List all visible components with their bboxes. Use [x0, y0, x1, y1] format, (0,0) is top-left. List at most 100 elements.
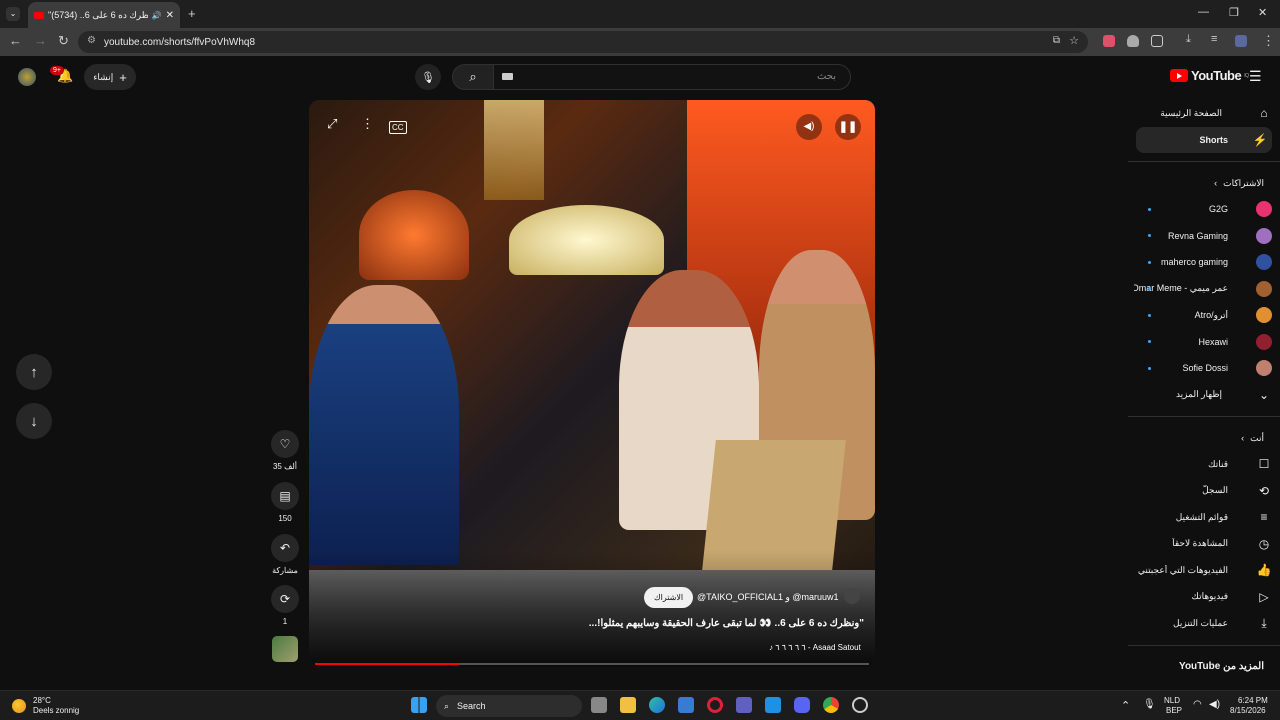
- sidebar-channel-item[interactable]: Revna Gaming: [1128, 223, 1280, 250]
- app-grid-icon[interactable]: [765, 697, 781, 713]
- like-icon[interactable]: ♡: [271, 430, 299, 458]
- plus-icon: +: [119, 69, 127, 85]
- channel-handles[interactable]: @TAIKO_OFFICIAL1 و @maruuw1: [697, 592, 839, 603]
- sidebar-channel-item[interactable]: أترو/Atro: [1128, 302, 1280, 329]
- forward-icon[interactable]: →: [34, 33, 47, 48]
- youtube-play-icon: [1170, 69, 1188, 82]
- more-options-icon[interactable]: ⋮: [361, 116, 374, 132]
- scene-lamp-center: [509, 205, 664, 275]
- comment-icon[interactable]: ▤: [271, 482, 299, 510]
- sidebar-item-home[interactable]: ⌂ الصفحة الرئيسية: [1128, 100, 1280, 127]
- back-icon[interactable]: ←: [9, 33, 22, 48]
- browser-tab-active[interactable]: "ونظرك ده 6 على 6.. (5734) ! 🔊 ✕: [28, 2, 180, 28]
- like-action: ♡ 35 ألف: [271, 430, 299, 471]
- profile-avatar-icon[interactable]: [1235, 35, 1247, 47]
- install-icon[interactable]: ⧉: [1053, 35, 1060, 46]
- channel-avatar: [1256, 360, 1272, 377]
- remix-icon[interactable]: ⟳: [271, 585, 299, 613]
- chevron-left-icon: ›: [1241, 433, 1245, 443]
- downloads-toolbar-icon[interactable]: ⤓: [1186, 33, 1191, 46]
- reading-list-icon[interactable]: ≡: [1211, 33, 1217, 45]
- weather-icon[interactable]: [12, 699, 26, 713]
- sidebar-item-shorts[interactable]: ⚡ Shorts: [1136, 126, 1272, 153]
- chrome-icon[interactable]: [823, 697, 839, 713]
- discord-icon[interactable]: [794, 697, 810, 713]
- windows-start-icon[interactable]: [411, 697, 427, 713]
- file-explorer-icon[interactable]: [620, 697, 636, 713]
- new-tab-button[interactable]: +: [188, 6, 196, 21]
- opera-icon[interactable]: [707, 697, 723, 713]
- subscriptions-header[interactable]: الاشتراكات ›: [1128, 170, 1280, 196]
- you-header[interactable]: أنت ›: [1128, 425, 1280, 451]
- sound-thumbnail[interactable]: [272, 636, 298, 662]
- tab-search-button[interactable]: ⌄: [6, 7, 20, 21]
- clock-time[interactable]: 6:24 PM: [1238, 696, 1268, 705]
- sidebar-you-item[interactable]: ▷ فيديوهاتك: [1128, 584, 1280, 611]
- task-view-icon[interactable]: [591, 697, 607, 713]
- create-button[interactable]: إنشاء +: [84, 64, 136, 90]
- extension-1-icon[interactable]: [1103, 35, 1115, 47]
- search-placeholder: بحث: [816, 71, 836, 82]
- fullscreen-icon[interactable]: ⤢: [327, 116, 337, 132]
- address-bar[interactable]: ⚙ youtube.com/shorts/ffvPoVhWhq8 ⧉ ☆: [78, 31, 1088, 53]
- sidebar-channel-item[interactable]: maherco gaming: [1128, 249, 1280, 276]
- restore-icon[interactable]: ❐: [1229, 6, 1239, 19]
- pause-icon[interactable]: ❚❚: [835, 114, 861, 140]
- next-short-button[interactable]: ↓: [16, 403, 52, 439]
- minimize-icon[interactable]: —: [1198, 6, 1209, 18]
- youtube-logo[interactable]: YouTube IQ: [1170, 68, 1249, 83]
- you-item-label: قناتك: [1208, 458, 1228, 469]
- bookmark-star-icon[interactable]: ☆: [1069, 34, 1079, 47]
- edge-icon[interactable]: [649, 697, 665, 713]
- sidebar-channel-item[interactable]: G2G: [1128, 196, 1280, 223]
- sidebar-you-item[interactable]: ☐ قناتك: [1128, 451, 1280, 478]
- wifi-icon[interactable]: ◠: [1193, 699, 1202, 710]
- window-close-icon[interactable]: ✕: [1258, 6, 1267, 19]
- sidebar-you-item[interactable]: ≡ قوائم التشغيل: [1128, 504, 1280, 531]
- share-icon[interactable]: ↶: [271, 534, 299, 562]
- extensions-puzzle-icon[interactable]: [1151, 35, 1163, 47]
- sidebar-you-item[interactable]: ⟲ السجلّ: [1128, 478, 1280, 505]
- show-more-button[interactable]: ⌄ إظهار المزيد: [1128, 382, 1280, 409]
- extension-2-icon[interactable]: [1127, 35, 1139, 47]
- voice-search-icon[interactable]: 🎙: [415, 64, 441, 90]
- tray-chevron-icon[interactable]: ⌃: [1121, 699, 1130, 712]
- sidebar-you-item[interactable]: ◷ المشاهدة لاحقاً: [1128, 531, 1280, 558]
- app-other-icon[interactable]: [852, 697, 868, 713]
- search-input[interactable]: بحث: [493, 64, 851, 90]
- lang-top[interactable]: NLD: [1164, 696, 1180, 705]
- tab-close-icon[interactable]: ✕: [166, 10, 174, 21]
- reload-icon[interactable]: ↻: [58, 33, 69, 49]
- tray-mic-icon[interactable]: 🎙: [1143, 699, 1156, 710]
- volume-tray-icon[interactable]: ◀): [1209, 699, 1220, 710]
- video-progress-bar[interactable]: [315, 663, 869, 665]
- chrome-menu-icon[interactable]: ⋮: [1262, 33, 1275, 49]
- keyboard-icon[interactable]: [502, 73, 513, 80]
- subscribe-button[interactable]: الاشتراك: [644, 587, 694, 608]
- sidebar-channel-item[interactable]: Sofie Dossi: [1128, 355, 1280, 382]
- more-from-youtube-header: المزيد من YouTube: [1128, 654, 1280, 680]
- hamburger-menu-icon[interactable]: ☰: [1249, 68, 1262, 85]
- volume-icon[interactable]: ◀): [796, 114, 822, 140]
- sidebar-you-item[interactable]: 👍 الفيديوهات التي أعجبتني: [1128, 557, 1280, 584]
- site-info-icon[interactable]: ⚙: [87, 35, 96, 46]
- you-item-label: الفيديوهات التي أعجبتني: [1137, 564, 1228, 575]
- search-icon[interactable]: ⌕: [452, 64, 494, 90]
- clock-date[interactable]: 8/15/2026: [1230, 706, 1266, 715]
- music-label[interactable]: ♪ ٦ ٦ ٦ ٦ ٦ - Asaad Satout: [769, 643, 861, 652]
- speaker-icon[interactable]: 🔊: [152, 11, 162, 20]
- sidebar-you-item[interactable]: ⤓ عمليات التنزيل: [1128, 610, 1280, 637]
- sidebar-channel-item[interactable]: عمر ميمي - Omar Meme...: [1128, 276, 1280, 303]
- shorts-video-player[interactable]: ⤢ ⋮ CC ◀) ❚❚ الاشتراك @TAIKO_OFFICIAL1 و…: [309, 100, 875, 667]
- subscriptions-label: الاشتراكات: [1223, 177, 1264, 188]
- app-arrow-icon[interactable]: [736, 697, 752, 713]
- captions-icon[interactable]: CC: [389, 121, 407, 134]
- channel-avatar[interactable]: [844, 588, 860, 604]
- taskbar-search[interactable]: ⌕ Search: [436, 695, 582, 717]
- store-icon[interactable]: [678, 697, 694, 713]
- account-avatar[interactable]: [18, 68, 36, 86]
- previous-short-button[interactable]: ↑: [16, 354, 52, 390]
- lang-bottom[interactable]: BEP: [1166, 706, 1182, 715]
- sidebar-channel-item[interactable]: Hexawi: [1128, 329, 1280, 356]
- your-videos-icon: ▷: [1259, 589, 1269, 604]
